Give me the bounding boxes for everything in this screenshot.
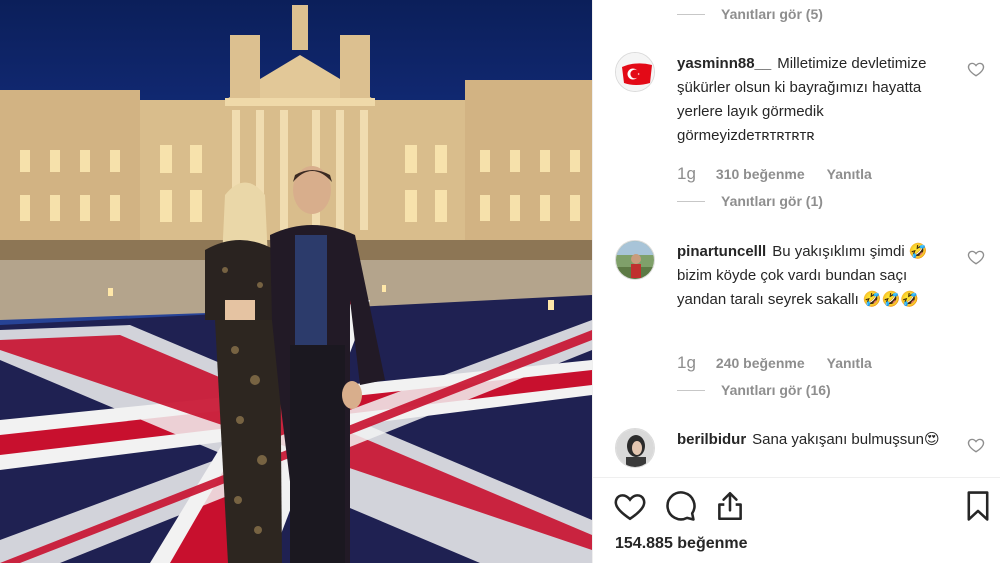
comment-username[interactable]: yasminn88__ <box>677 55 771 72</box>
turkish-flag-avatar-icon <box>616 53 654 91</box>
share-icon[interactable] <box>713 489 747 523</box>
replies-divider-line <box>677 200 705 202</box>
comment-time: 1g <box>677 164 696 183</box>
heart-icon[interactable] <box>613 489 647 523</box>
actions-divider <box>593 477 1000 478</box>
comment-username[interactable]: pinartuncelll <box>677 243 766 260</box>
comment-like-icon[interactable] <box>967 60 985 78</box>
view-replies-button[interactable]: Yanıtları gör (16) <box>677 382 831 398</box>
comment-likes-count[interactable]: 310 beğenme <box>716 166 805 182</box>
bookmark-icon[interactable] <box>961 489 995 523</box>
comment-body: Sana yakışanı bulmuşsun😍 <box>752 431 940 448</box>
comment-like-icon[interactable] <box>967 248 985 266</box>
comment-like-icon[interactable] <box>967 436 985 454</box>
comment-text: pinartuncelll Bu yakışıklımı şimdi 🤣 bizi… <box>677 240 957 312</box>
palace-building <box>0 5 592 260</box>
comment-username[interactable]: berilbidur <box>677 431 746 448</box>
comment-meta: 1g 310 beğenme Yanıtla <box>677 164 872 184</box>
profile-photo-avatar-icon <box>616 241 654 279</box>
avatar[interactable] <box>615 428 655 468</box>
comment-time: 1g <box>677 353 696 372</box>
view-replies-label: Yanıtları gör (5) <box>721 6 823 22</box>
photo-illustration <box>0 5 592 563</box>
post-photo[interactable] <box>0 0 592 563</box>
view-replies-label: Yanıtları gör (16) <box>721 382 831 398</box>
comment-text: berilbidur Sana yakışanı bulmuşsun😍 <box>677 428 957 452</box>
view-replies-button[interactable]: Yanıtları gör (5) <box>677 6 823 22</box>
comment-list[interactable]: Yanıtları gör (5) yasminn88__ Milletimize… <box>593 0 1000 477</box>
comment-text: yasminn88__ Milletimize devletimize şükür… <box>677 52 957 148</box>
profile-photo-avatar-icon <box>616 429 654 467</box>
avatar[interactable] <box>615 52 655 92</box>
reply-button[interactable]: Yanıtla <box>827 355 872 371</box>
avatar[interactable] <box>615 240 655 280</box>
reply-button[interactable]: Yanıtla <box>827 166 872 182</box>
view-replies-label: Yanıtları gör (1) <box>721 193 823 209</box>
comments-panel: Yanıtları gör (5) yasminn88__ Milletimize… <box>592 0 1000 563</box>
replies-divider-line <box>677 13 705 15</box>
comment-likes-count[interactable]: 240 beğenme <box>716 355 805 371</box>
replies-divider-line <box>677 389 705 391</box>
comment-meta: 1g 240 beğenme Yanıtla <box>677 353 872 373</box>
view-replies-button[interactable]: Yanıtları gör (1) <box>677 193 823 209</box>
post-likes-count[interactable]: 154.885 beğenme <box>615 535 748 553</box>
comment-icon[interactable] <box>663 489 697 523</box>
